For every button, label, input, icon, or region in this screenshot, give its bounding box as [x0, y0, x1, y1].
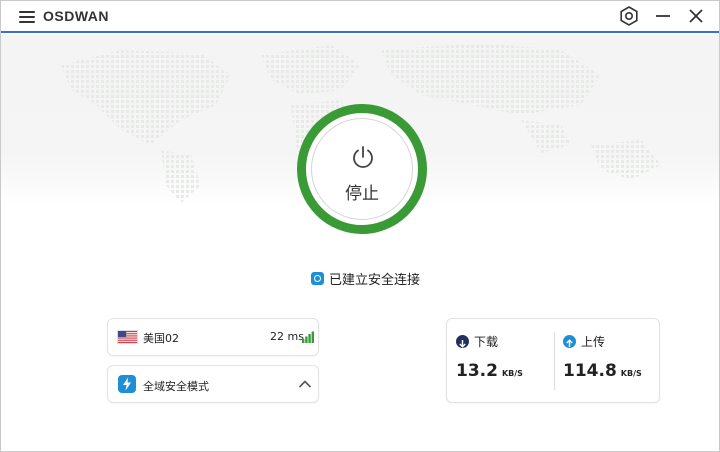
download-unit: KB/S [501, 369, 523, 378]
upload-unit: KB/S [620, 369, 642, 378]
download-speed: 下载 13.2 KB/S [456, 333, 523, 381]
lightning-icon [118, 375, 136, 393]
mode-label: 全域安全模式 [143, 380, 209, 393]
us-flag-icon [117, 330, 138, 344]
app-window: OSDWAN 停止 已建立安全连接 美国02 22 ms 全域安全模式 下载 1… [0, 0, 720, 452]
minimize-icon[interactable] [651, 4, 675, 28]
server-ping: 22 ms [270, 330, 304, 343]
power-button[interactable]: 停止 [297, 104, 427, 234]
upload-label: 上传 [581, 335, 606, 349]
mode-selector[interactable]: 全域安全模式 [107, 365, 319, 403]
chevron-up-icon[interactable] [298, 377, 312, 391]
upload-speed: 上传 114.8 KB/S [563, 333, 642, 381]
signal-strength-icon [302, 331, 314, 343]
connection-status: 已建立安全连接 [311, 269, 421, 288]
server-name: 美国02 [143, 332, 179, 345]
app-title: OSDWAN [43, 8, 109, 24]
title-bar: OSDWAN [1, 1, 719, 33]
settings-icon[interactable] [617, 4, 641, 28]
server-selector[interactable]: 美国02 22 ms [107, 318, 319, 356]
close-icon[interactable] [684, 4, 708, 28]
download-value: 13.2 [456, 361, 498, 381]
power-button-label: 停止 [345, 184, 379, 204]
power-icon [353, 146, 373, 168]
upload-value: 114.8 [563, 361, 617, 381]
connection-status-text: 已建立安全连接 [329, 272, 421, 288]
shield-icon [311, 271, 324, 285]
power-button-inner: 停止 [311, 118, 413, 220]
arrow-up-icon [563, 335, 576, 348]
speed-divider [554, 332, 555, 390]
menu-icon[interactable] [19, 11, 35, 23]
traffic-panel: 下载 13.2 KB/S 上传 114.8 KB/S [446, 318, 660, 403]
arrow-down-icon [456, 335, 469, 348]
download-label: 下载 [474, 335, 499, 349]
